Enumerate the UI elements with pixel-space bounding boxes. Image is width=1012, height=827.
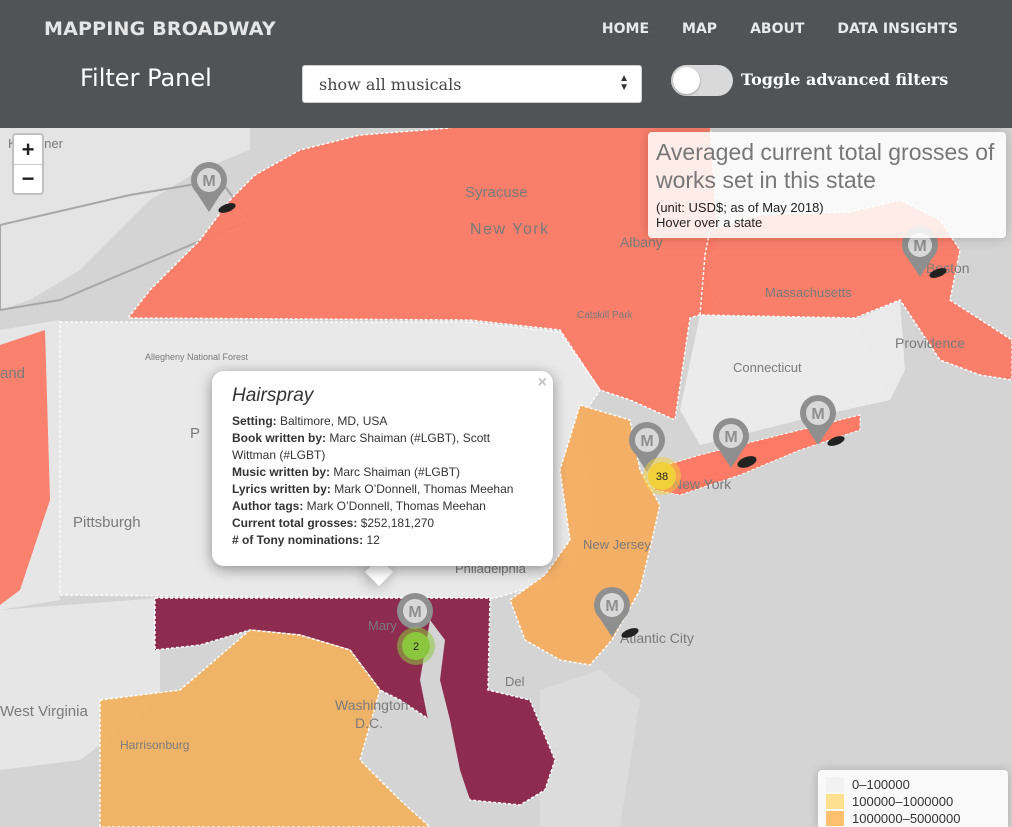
place-harrisonburg: Harrisonburg bbox=[120, 738, 189, 752]
place-west-virginia: West Virginia bbox=[0, 703, 88, 720]
popup-tony: # of Tony nominations: 12 bbox=[232, 533, 380, 547]
advanced-filters-toggle[interactable] bbox=[671, 65, 733, 96]
marker-letter: M bbox=[202, 173, 215, 190]
marker-cluster-38[interactable]: 38 bbox=[643, 457, 681, 495]
select-value: show all musicals bbox=[319, 75, 462, 94]
nav-about[interactable]: ABOUT bbox=[750, 21, 804, 37]
info-title: Averaged current total grosses of works … bbox=[656, 139, 995, 193]
nav-data-insights[interactable]: DATA INSIGHTS bbox=[837, 21, 958, 37]
marker-letter: M bbox=[913, 238, 926, 255]
filter-panel-title: Filter Panel bbox=[80, 64, 212, 92]
legend-label: 100000–1000000 bbox=[852, 794, 954, 809]
marker-letter: M bbox=[408, 604, 421, 621]
place-cleveland: and bbox=[0, 365, 25, 382]
place-new-york-city: New York bbox=[672, 476, 732, 492]
place-allegheny: Allegheny National Forest bbox=[145, 352, 249, 362]
main-nav: HOME MAP ABOUT DATA INSIGHTS bbox=[602, 21, 958, 37]
popup-lyrics: Lyrics written by: Mark O’Donnell, Thoma… bbox=[232, 482, 514, 496]
map-legend: 0–100000 100000–1000000 1000000–5000000 bbox=[818, 770, 1008, 827]
place-massachusetts: Massachusetts bbox=[765, 285, 852, 300]
popup-grosses: Current total grosses: $252,181,270 bbox=[232, 516, 435, 530]
legend-swatch bbox=[826, 794, 844, 809]
popup-author-tags: Author tags: Mark O’Donnell, Thomas Meeh… bbox=[232, 499, 486, 513]
marker-letter: M bbox=[640, 433, 653, 450]
toggle-label: Toggle advanced filters bbox=[741, 70, 949, 89]
legend-label: 0–100000 bbox=[852, 777, 910, 792]
popup-title: Hairspray bbox=[232, 385, 314, 406]
zoom-out-button[interactable]: − bbox=[14, 164, 42, 193]
place-connecticut: Connecticut bbox=[733, 360, 802, 375]
toggle-knob bbox=[673, 67, 700, 94]
musical-popup: × Hairspray Setting: Baltimore, MD, USA … bbox=[212, 371, 553, 566]
place-washington: Washington bbox=[335, 697, 408, 713]
legend-label: 1000000–5000000 bbox=[852, 811, 961, 826]
musical-filter-select[interactable]: show all musicals ▲ ▼ bbox=[302, 65, 642, 103]
zoom-in-button[interactable]: + bbox=[14, 135, 42, 164]
legend-item: 1000000–5000000 bbox=[826, 810, 1000, 827]
info-hint: Hover over a state bbox=[656, 215, 763, 230]
place-pittsburgh: Pittsburgh bbox=[73, 514, 141, 531]
musical-marker-icon[interactable]: M bbox=[397, 593, 433, 629]
legend-swatch bbox=[826, 777, 844, 792]
place-new-york-state: New York bbox=[470, 221, 550, 238]
brand-logo[interactable]: MAPPING BROADWAY bbox=[44, 18, 276, 40]
info-unit: (unit: USD$; as of May 2018) bbox=[656, 200, 824, 215]
marker-cluster-2[interactable]: 2 bbox=[397, 627, 435, 665]
legend-item: 100000–1000000 bbox=[826, 793, 1000, 810]
place-new-jersey: New Jersey bbox=[583, 537, 651, 552]
place-catskill: Catskill Park bbox=[577, 310, 634, 321]
top-header: MAPPING BROADWAY HOME MAP ABOUT DATA INS… bbox=[0, 0, 1012, 128]
select-caret-icon: ▲ ▼ bbox=[619, 73, 629, 93]
marker-letter: M bbox=[605, 598, 618, 615]
legend-item: 0–100000 bbox=[826, 776, 1000, 793]
popup-music: Music written by: Marc Shaiman (#LGBT) bbox=[232, 465, 461, 479]
cluster-count: 38 bbox=[656, 471, 668, 483]
place-providence: Providence bbox=[895, 335, 965, 351]
close-icon[interactable]: × bbox=[538, 374, 547, 392]
place-delaware: Del bbox=[505, 674, 525, 689]
place-maryland: Mary bbox=[368, 618, 397, 633]
nav-home[interactable]: HOME bbox=[602, 21, 649, 37]
place-pennsylvania: P bbox=[190, 425, 200, 442]
popup-setting: Setting: Baltimore, MD, USA bbox=[232, 414, 388, 428]
marker-letter: M bbox=[811, 406, 824, 423]
info-panel: Averaged current total grosses of works … bbox=[648, 132, 1006, 238]
marker-letter: M bbox=[724, 429, 737, 446]
nav-map[interactable]: MAP bbox=[682, 21, 717, 37]
cluster-count: 2 bbox=[413, 641, 419, 653]
zoom-control: + − bbox=[12, 133, 44, 195]
popup-book: Book written by: Marc Shaiman (#LGBT), S… bbox=[232, 431, 491, 462]
place-syracuse: Syracuse bbox=[465, 184, 528, 201]
place-dc: D.C. bbox=[355, 715, 383, 731]
legend-swatch bbox=[826, 811, 844, 826]
